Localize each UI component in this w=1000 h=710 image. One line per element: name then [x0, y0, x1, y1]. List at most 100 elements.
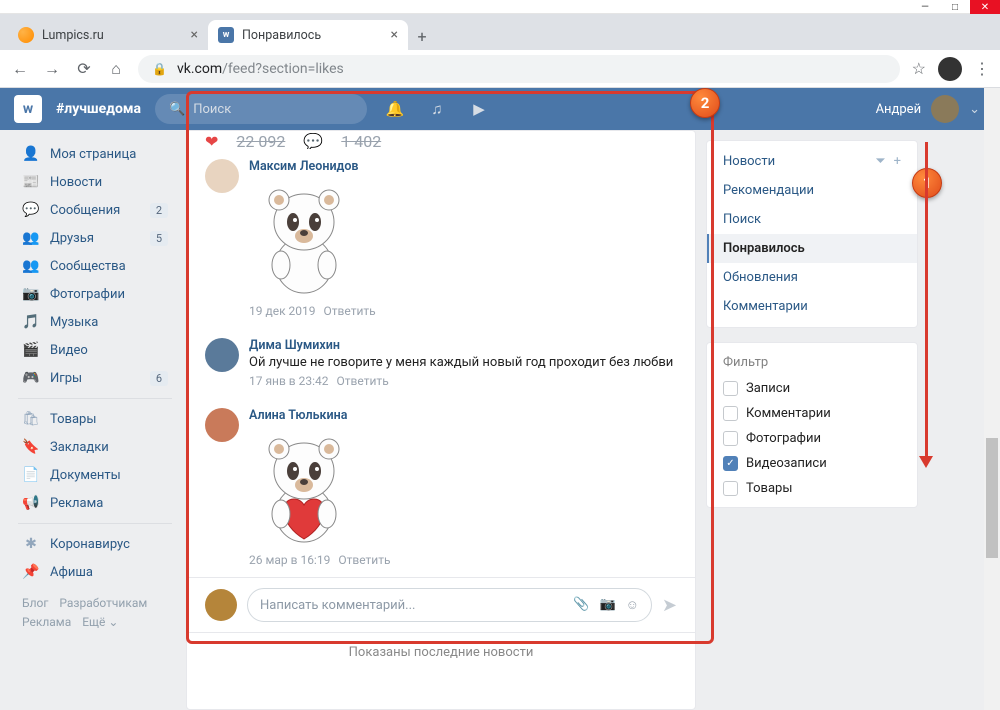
- checkbox[interactable]: [723, 406, 738, 421]
- sidebar-item[interactable]: 📌Афиша: [14, 558, 176, 586]
- nav-label: Афиша: [50, 565, 93, 580]
- kebab-menu-icon[interactable]: ⋮: [974, 59, 990, 78]
- music-icon[interactable]: ♫: [423, 100, 451, 118]
- reload-button[interactable]: ⟳: [74, 59, 94, 79]
- new-tab-button[interactable]: +: [408, 22, 436, 50]
- close-icon[interactable]: ×: [191, 27, 198, 43]
- right-sidebar: Новости⏷+РекомендацииПоискПонравилосьОбн…: [706, 140, 918, 710]
- sidebar-item[interactable]: 📄Документы: [14, 461, 176, 489]
- footer-link[interactable]: Блог: [22, 596, 48, 610]
- filter-checkbox-row[interactable]: Товары: [707, 476, 917, 501]
- tab-label: Lumpics.ru: [42, 28, 104, 43]
- favicon-icon: w: [218, 27, 234, 43]
- avatar[interactable]: [205, 408, 239, 442]
- tab-label: Обновления: [723, 270, 798, 285]
- right-tab[interactable]: Комментарии: [707, 292, 917, 321]
- footer-link[interactable]: Разработчикам: [59, 596, 147, 610]
- avatar[interactable]: [205, 338, 239, 372]
- notifications-icon[interactable]: 🔔: [381, 100, 409, 118]
- address-bar[interactable]: 🔒 vk.com/feed?section=likes: [138, 55, 900, 83]
- avatar[interactable]: [205, 159, 239, 193]
- reply-link[interactable]: Ответить: [338, 553, 390, 567]
- filter-icon[interactable]: ⏷: [875, 154, 885, 169]
- nav-icon: 📷: [22, 286, 40, 302]
- comment-icon[interactable]: 💬: [303, 133, 323, 149]
- like-icon[interactable]: ❤: [205, 133, 218, 149]
- right-tab[interactable]: Новости⏷+: [707, 147, 917, 176]
- comment-item: Дима ШумихинОй лучше не говорите у меня …: [187, 328, 695, 398]
- sidebar-item[interactable]: 🛍Товары: [14, 405, 176, 433]
- search-input[interactable]: 🔍 Поиск: [155, 94, 367, 124]
- sidebar-item[interactable]: 🎮Игры6: [14, 364, 176, 392]
- filter-checkbox-row[interactable]: Фотографии: [707, 426, 917, 451]
- home-button[interactable]: ⌂: [106, 59, 126, 79]
- nav-icon: 📰: [22, 174, 40, 190]
- video-play-icon[interactable]: ▶: [465, 100, 493, 118]
- sidebar-item[interactable]: 👥Друзья5: [14, 224, 176, 252]
- window-maximize[interactable]: □: [940, 0, 970, 14]
- plus-icon[interactable]: +: [894, 154, 901, 169]
- footer-link[interactable]: Ещё ⌄: [82, 615, 118, 629]
- sidebar-item[interactable]: 💬Сообщения2: [14, 196, 176, 224]
- vk-logo-icon[interactable]: w: [14, 95, 42, 123]
- chevron-down-icon[interactable]: ⌄: [969, 102, 980, 117]
- lock-icon: 🔒: [152, 62, 167, 76]
- avatar[interactable]: [931, 95, 959, 123]
- nav-icon: 🔖: [22, 439, 40, 455]
- close-icon[interactable]: ×: [391, 27, 398, 43]
- emoji-icon[interactable]: ☺: [626, 597, 639, 613]
- scrollbar[interactable]: [984, 88, 1000, 710]
- vk-hashtag[interactable]: #лучшедома: [56, 101, 141, 117]
- sidebar-item[interactable]: 📰Новости: [14, 168, 176, 196]
- checkbox[interactable]: [723, 381, 738, 396]
- comment-author[interactable]: Максим Леонидов: [249, 159, 677, 174]
- bookmark-icon[interactable]: ☆: [912, 59, 926, 78]
- sidebar-item[interactable]: 👥Сообщества: [14, 252, 176, 280]
- camera-icon[interactable]: 📷: [599, 597, 615, 613]
- comment-author[interactable]: Алина Тюлькина: [249, 408, 677, 423]
- right-tab[interactable]: Понравилось: [707, 234, 917, 263]
- forward-button[interactable]: →: [42, 59, 62, 79]
- sidebar-item[interactable]: 🎬Видео: [14, 336, 176, 364]
- reply-link[interactable]: Ответить: [324, 304, 376, 318]
- sidebar-item[interactable]: 📷Фотографии: [14, 280, 176, 308]
- right-tab[interactable]: Обновления: [707, 263, 917, 292]
- nav-icon: 🛍: [22, 411, 40, 427]
- back-button[interactable]: ←: [10, 59, 30, 79]
- browser-tab-vk[interactable]: w Понравилось ×: [208, 20, 408, 50]
- sidebar-item[interactable]: 👤Моя страница: [14, 140, 176, 168]
- filter-checkbox-row[interactable]: Записи: [707, 376, 917, 401]
- comment-count: 1 402: [341, 133, 381, 149]
- comment-date: 26 мар в 16:19: [249, 553, 330, 567]
- comment-date: 19 дек 2019: [249, 304, 316, 318]
- footer-link[interactable]: Реклама: [22, 615, 71, 629]
- nav-icon: 🎵: [22, 314, 40, 330]
- annotation-callout-2: 2: [690, 88, 720, 118]
- sidebar-item[interactable]: 🎵 Музыка: [14, 308, 176, 336]
- tab-label: Понравилось: [723, 241, 805, 256]
- attach-icon[interactable]: 📎: [573, 597, 589, 613]
- filter-checkbox-row[interactable]: ✓Видеозаписи: [707, 451, 917, 476]
- browser-tab-lumpics[interactable]: Lumpics.ru ×: [8, 20, 208, 50]
- sidebar-item[interactable]: ✱Коронавирус: [14, 530, 176, 558]
- sidebar-item[interactable]: 🔖Закладки: [14, 433, 176, 461]
- checkbox[interactable]: [723, 481, 738, 496]
- comment-author[interactable]: Дима Шумихин: [249, 338, 677, 353]
- reply-link[interactable]: Ответить: [337, 374, 389, 388]
- checkbox[interactable]: [723, 431, 738, 446]
- profile-avatar[interactable]: [938, 57, 962, 81]
- comment-input[interactable]: Написать комментарий... 📎 📷 ☺: [247, 588, 652, 622]
- sidebar-item[interactable]: 📢Реклама: [14, 489, 176, 517]
- scrollbar-thumb[interactable]: [986, 438, 998, 558]
- checkbox[interactable]: ✓: [723, 456, 738, 471]
- browser-tabs: Lumpics.ru × w Понравилось × +: [0, 14, 1000, 50]
- nav-label: Музыка: [50, 315, 98, 330]
- filter-checkbox-row[interactable]: Комментарии: [707, 401, 917, 426]
- annotation-arrowhead: [919, 456, 933, 468]
- window-minimize[interactable]: —: [910, 0, 940, 14]
- right-tab[interactable]: Рекомендации: [707, 176, 917, 205]
- send-icon[interactable]: ➤: [662, 595, 677, 616]
- user-name[interactable]: Андрей: [876, 102, 922, 117]
- window-close[interactable]: ✕: [970, 0, 1000, 14]
- right-tab[interactable]: Поиск: [707, 205, 917, 234]
